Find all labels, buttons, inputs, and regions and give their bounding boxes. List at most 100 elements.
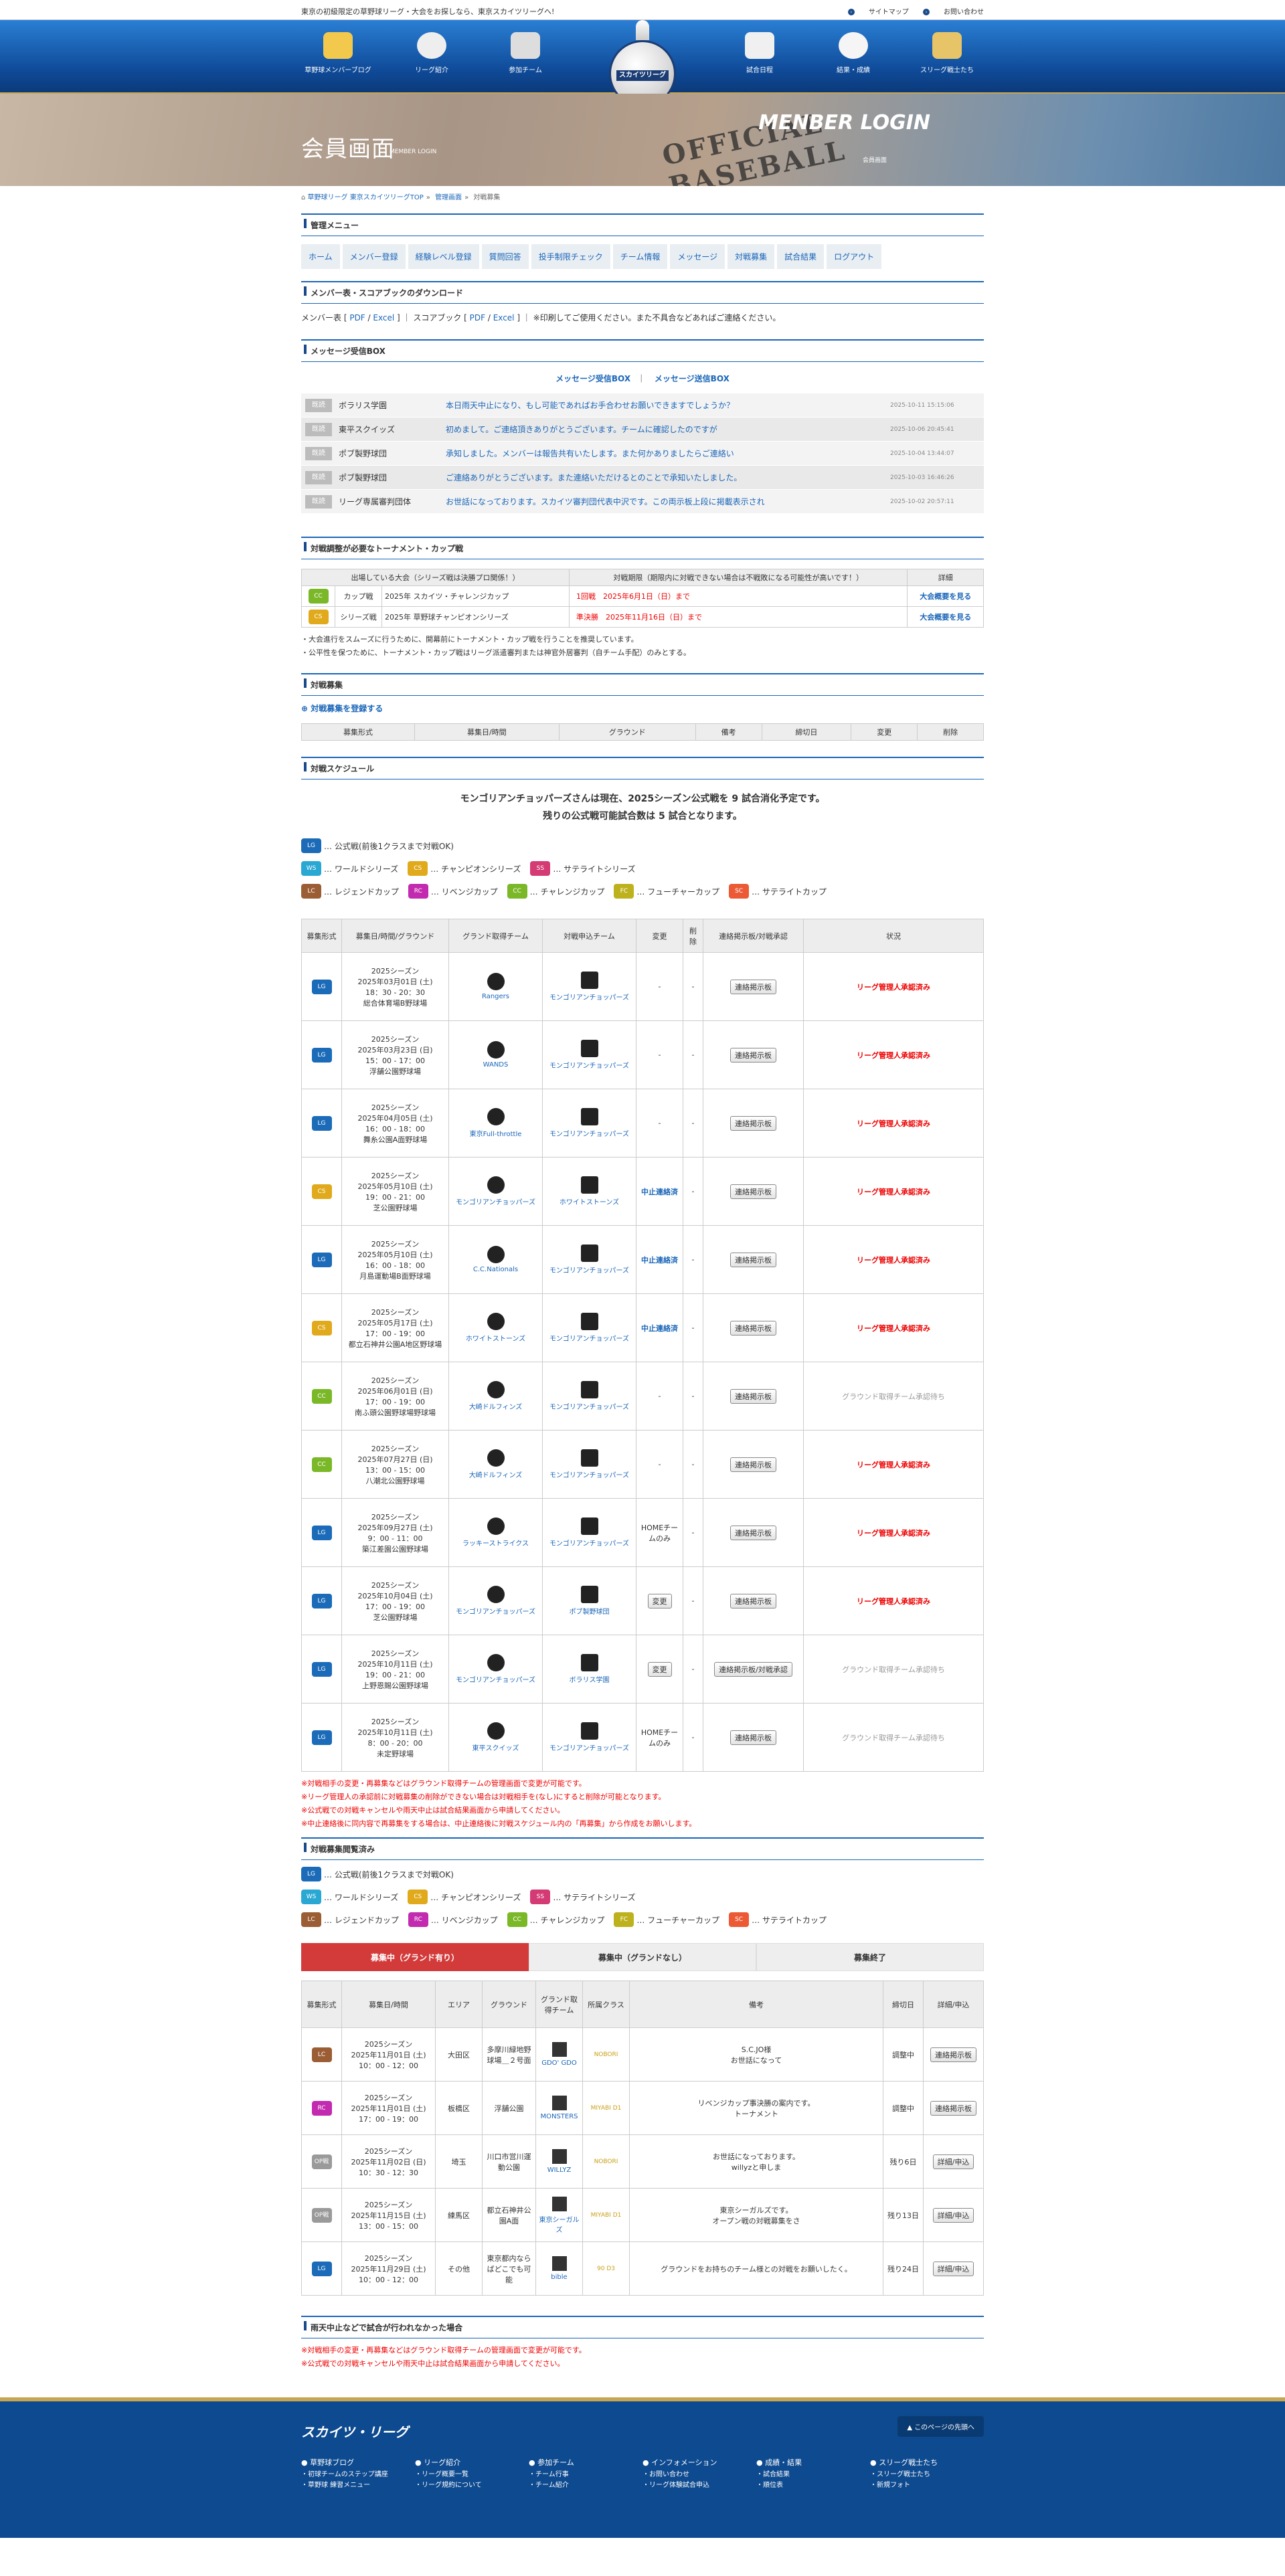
- home-team-link[interactable]: 大崎ドルフィンズ: [452, 1469, 539, 1479]
- menu-logout[interactable]: ログアウト: [827, 244, 882, 269]
- home-team-link[interactable]: 東京Full-throttle: [452, 1128, 539, 1138]
- footer-link[interactable]: ・チーム行事: [529, 2470, 642, 2480]
- away-team-link[interactable]: モンゴリアンチョッパーズ: [545, 1742, 633, 1752]
- message-row[interactable]: 既読 ボラリス学園 本日雨天中止になり、もし可能であればお手合わせお願いできますでし…: [301, 393, 984, 418]
- team-link[interactable]: bible: [539, 2274, 580, 2281]
- board-button[interactable]: 連絡掲示板: [730, 1184, 776, 1199]
- home-team-link[interactable]: モンゴリアンチョッパーズ: [452, 1606, 539, 1616]
- sitemap-link[interactable]: › サイトマップ: [847, 9, 909, 16]
- home-team-link[interactable]: モンゴリアンチョッパーズ: [452, 1196, 539, 1206]
- away-team-link[interactable]: モンゴリアンチョッパーズ: [545, 1401, 633, 1411]
- footer-link[interactable]: ・スリーグ戦士たち: [870, 2470, 984, 2480]
- home-team-link[interactable]: 大崎ドルフィンズ: [452, 1401, 539, 1411]
- contact-link[interactable]: › お問い合わせ: [923, 9, 984, 16]
- menu-recruit[interactable]: 対戦募集: [727, 244, 775, 269]
- away-team-link[interactable]: モンゴリアンチョッパーズ: [545, 1060, 633, 1070]
- board-button[interactable]: 連絡掲示板: [730, 1388, 776, 1404]
- away-team-link[interactable]: ポブ製野球団: [545, 1606, 633, 1616]
- team-link[interactable]: GDO' GDO: [539, 2059, 580, 2067]
- footer-col-title[interactable]: ● 成績・結果: [756, 2458, 870, 2468]
- tab-without-ground[interactable]: 募集中（グランドなし）: [529, 1943, 756, 1971]
- breadcrumb-top[interactable]: 草野球リーグ 東京スカイツリーグTOP: [308, 194, 424, 201]
- away-team-link[interactable]: ボラリス学園: [545, 1674, 633, 1684]
- message-row[interactable]: 既読 ポブ製野球団 ご連絡ありがとうございます。また連絡いただけるとのことで承知いた…: [301, 466, 984, 490]
- footer-col-title[interactable]: ● リーグ紹介: [415, 2458, 529, 2468]
- footer-link[interactable]: ・順位表: [756, 2480, 870, 2491]
- menu-member-register[interactable]: メンバー登録: [342, 244, 406, 269]
- nav-teams[interactable]: 参加チーム: [489, 27, 562, 74]
- footer-link[interactable]: ・初球チームのステップ講座: [301, 2470, 415, 2480]
- score-excel-link[interactable]: Excel: [493, 313, 515, 323]
- away-team-link[interactable]: モンゴリアンチョッパーズ: [545, 1265, 633, 1275]
- home-team-link[interactable]: モンゴリアンチョッパーズ: [452, 1674, 539, 1684]
- menu-level-register[interactable]: 経験レベル登録: [408, 244, 479, 269]
- board-button[interactable]: 連絡掲示板: [730, 1320, 776, 1336]
- footer-col-title[interactable]: ● スリーグ戦士たち: [870, 2458, 984, 2468]
- board-button[interactable]: 連絡掲示板: [730, 1457, 776, 1472]
- member-excel-link[interactable]: Excel: [373, 313, 394, 323]
- detail-button[interactable]: 詳細/申込: [932, 2154, 974, 2169]
- away-team-link[interactable]: モンゴリアンチョッパーズ: [545, 1333, 633, 1343]
- tab-closed[interactable]: 募集終了: [756, 1943, 984, 1971]
- score-pdf-link[interactable]: PDF: [470, 313, 485, 323]
- detail-button[interactable]: 連絡掲示板: [930, 2100, 976, 2116]
- away-team-link[interactable]: ホワイトストーンズ: [545, 1196, 633, 1206]
- away-team-link[interactable]: モンゴリアンチョッパーズ: [545, 992, 633, 1002]
- away-team-link[interactable]: モンゴリアンチョッパーズ: [545, 1128, 633, 1138]
- team-link[interactable]: 東京シーガルズ: [539, 2214, 580, 2234]
- menu-qa[interactable]: 質問回答: [481, 244, 529, 269]
- away-team-link[interactable]: モンゴリアンチョッパーズ: [545, 1538, 633, 1548]
- to-top-button[interactable]: ▲ このページの先頭へ: [897, 2416, 984, 2437]
- message-row[interactable]: 既読 ポブ製野球団 承知しました。メンバーは報告共有いたします。また何かありましたら…: [301, 442, 984, 466]
- board-button[interactable]: 連絡掲示板: [730, 1730, 776, 1745]
- footer-logo[interactable]: スカイツ・リーグ: [301, 2421, 408, 2441]
- nav-results[interactable]: 結果・成績: [817, 27, 890, 74]
- team-link[interactable]: MONSTERS: [539, 2113, 580, 2120]
- board-button[interactable]: 連絡掲示板: [730, 979, 776, 994]
- team-link[interactable]: WILLYZ: [539, 2167, 580, 2174]
- menu-message[interactable]: メッセージ: [670, 244, 725, 269]
- footer-col-title[interactable]: ● インフォメーション: [642, 2458, 756, 2468]
- menu-pitcher-check[interactable]: 投手制限チェック: [531, 244, 610, 269]
- detail-button[interactable]: 詳細/申込: [932, 2261, 974, 2276]
- footer-link[interactable]: ・試合結果: [756, 2470, 870, 2480]
- footer-link[interactable]: ・お問い合わせ: [642, 2470, 756, 2480]
- footer-col-title[interactable]: ● 参加チーム: [529, 2458, 642, 2468]
- tab-with-ground[interactable]: 募集中（グランド有り）: [301, 1943, 529, 1971]
- footer-link[interactable]: ・草野球 練習メニュー: [301, 2480, 415, 2491]
- member-pdf-link[interactable]: PDF: [349, 313, 365, 323]
- home-team-link[interactable]: ラッキーストライクス: [452, 1538, 539, 1548]
- nav-blog[interactable]: 草野球メンバーブログ: [301, 27, 375, 74]
- menu-team-info[interactable]: チーム情報: [612, 244, 668, 269]
- footer-link[interactable]: ・チーム紹介: [529, 2480, 642, 2491]
- board-button[interactable]: 連絡掲示板: [730, 1525, 776, 1540]
- tournament-detail-link[interactable]: 大会概要を見る: [907, 606, 984, 628]
- nav-league[interactable]: リーグ紹介: [395, 27, 468, 74]
- home-team-link[interactable]: C.C.Nationals: [452, 1266, 539, 1273]
- home-team-link[interactable]: 東平スクイッズ: [452, 1742, 539, 1752]
- footer-link[interactable]: ・リーグ体験試合申込: [642, 2480, 756, 2491]
- home-team-link[interactable]: WANDS: [452, 1061, 539, 1069]
- board-button[interactable]: 連絡掲示板: [730, 1047, 776, 1063]
- footer-link[interactable]: ・リーグ概要一覧: [415, 2470, 529, 2480]
- board-button[interactable]: 連絡掲示板/対戦承認: [714, 1661, 792, 1677]
- breadcrumb-manage[interactable]: 管理画面: [435, 194, 462, 201]
- footer-link[interactable]: ・リーグ規約について: [415, 2480, 529, 2491]
- board-button[interactable]: 連絡掲示板: [730, 1252, 776, 1267]
- outbox-link[interactable]: メッセージ送信BOX: [655, 374, 730, 383]
- away-team-link[interactable]: モンゴリアンチョッパーズ: [545, 1469, 633, 1479]
- menu-home[interactable]: ホーム: [301, 244, 340, 269]
- footer-col-title[interactable]: ● 草野球ブログ: [301, 2458, 415, 2468]
- menu-results[interactable]: 試合結果: [777, 244, 825, 269]
- home-team-link[interactable]: ホワイトストーンズ: [452, 1333, 539, 1343]
- board-button[interactable]: 連絡掲示板: [730, 1593, 776, 1608]
- message-row[interactable]: 既読 東平スクイッズ 初めまして。ご連絡頂きありがとうございます。チームに確認したの…: [301, 418, 984, 442]
- change-button[interactable]: 変更: [647, 1661, 672, 1677]
- message-row[interactable]: 既読 リーグ専属審判団体 お世話になっております。スカイツ審判団代表中沢です。この両…: [301, 490, 984, 514]
- tournament-detail-link[interactable]: 大会概要を見る: [907, 585, 984, 607]
- board-button[interactable]: 連絡掲示板: [730, 1115, 776, 1131]
- home-team-link[interactable]: Rangers: [452, 993, 539, 1000]
- register-recruit-link[interactable]: ⊕ 対戦募集を登録する: [301, 703, 984, 714]
- detail-button[interactable]: 連絡掲示板: [930, 2047, 976, 2062]
- nav-players[interactable]: スリーグ戦士たち: [910, 27, 984, 74]
